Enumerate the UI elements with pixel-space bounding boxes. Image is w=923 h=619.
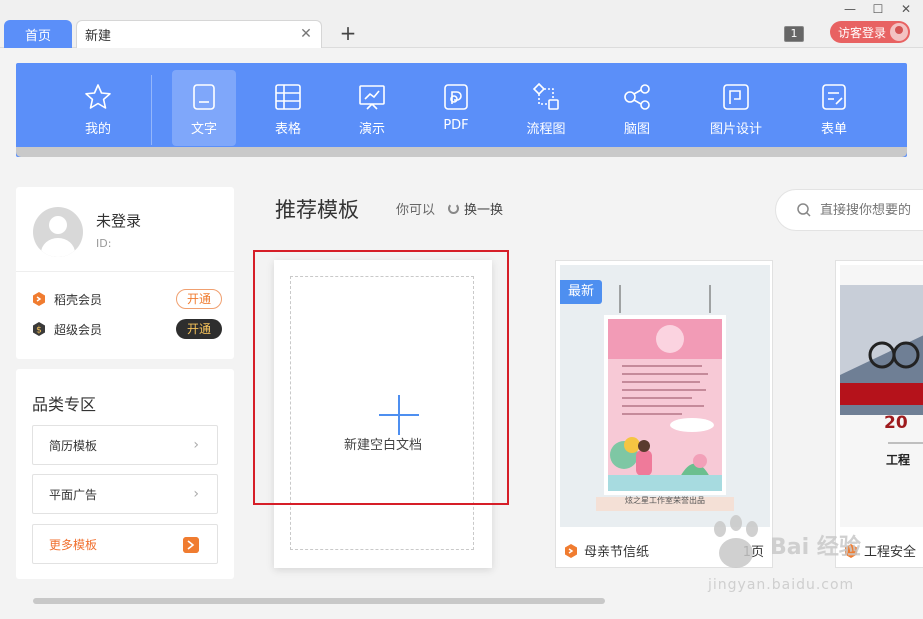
more-templates-button[interactable]: 更多模板: [32, 524, 218, 564]
toolbar-label: 表单: [820, 122, 847, 137]
category-item-flat-ad[interactable]: 平面广告 ›: [32, 474, 218, 514]
toolbar-label: 流程图: [526, 122, 566, 137]
hint-text: 你可以: [396, 203, 436, 218]
super-member-icon: $: [33, 322, 45, 336]
category-label: 平面广告: [49, 487, 98, 502]
toolbar-scrollbar[interactable]: [16, 147, 907, 157]
maximize-icon[interactable]: ☐: [870, 2, 886, 16]
user-id: ID:: [96, 237, 112, 250]
app-toolbar: 我的 文字 表格 演示 PDF 流程图 脑图 图片设计 表单: [16, 63, 907, 157]
toolbar-label: 演示: [358, 122, 385, 137]
presentation-icon: [359, 85, 385, 110]
membership-row-super: $ 超级会员 开通: [32, 318, 222, 340]
template-name: 母亲节信纸: [584, 545, 650, 560]
star-icon: [85, 84, 111, 109]
new-blank-document-card[interactable]: 新建空白文档: [274, 260, 492, 568]
toolbar-label: 图片设计: [709, 122, 762, 137]
guest-login-button[interactable]: 访客登录: [830, 21, 910, 43]
form-icon: [822, 84, 846, 110]
tab-new[interactable]: 新建 ✕: [76, 20, 322, 48]
template-caption: 母亲节信纸: [564, 541, 649, 560]
paw-logo-icon: [714, 515, 758, 568]
search-box[interactable]: [775, 189, 923, 231]
toolbar-item-form[interactable]: 表单: [802, 70, 866, 146]
user-name[interactable]: 未登录: [96, 210, 141, 231]
activate-super-button[interactable]: 开通: [176, 319, 222, 339]
close-window-icon[interactable]: ✕: [898, 2, 914, 16]
flowchart-icon: [532, 82, 559, 110]
guest-login-label: 访客登录: [838, 25, 887, 40]
watermark-text: Bai 经验: [770, 535, 861, 560]
image-design-icon: [723, 84, 749, 110]
refresh-button[interactable]: 换一换: [448, 199, 503, 218]
cover-title-text: 工程: [886, 453, 911, 467]
toolbar-item-mindmap[interactable]: 脑图: [605, 70, 669, 146]
toolbar-label: 我的: [84, 122, 111, 137]
template-thumbnail: 最新 炫之星工作室荣誉出品: [560, 265, 770, 527]
minimize-icon[interactable]: —: [842, 2, 858, 16]
mothers-day-poster-image: [560, 265, 770, 527]
toolbar-item-mine[interactable]: 我的: [66, 70, 130, 146]
refresh-icon: [448, 203, 459, 214]
toolbar-label: 文字: [190, 122, 217, 137]
category-card: 品类专区 简历模板 › 平面广告 › 更多模板: [16, 369, 234, 579]
watermark-url: jingyan.baidu.com: [708, 577, 855, 593]
refresh-label: 换一换: [464, 203, 504, 218]
new-doc-dashed-area: [290, 276, 474, 550]
search-icon: [797, 203, 811, 217]
tab-home[interactable]: 首页: [4, 20, 72, 48]
toolbar-divider: [151, 75, 152, 145]
engineering-safety-cover-image: [840, 265, 923, 527]
user-avatar-icon: [890, 23, 908, 41]
toolbar-label: 脑图: [623, 122, 650, 137]
toolbar-label: 表格: [274, 122, 301, 137]
user-card: 未登录 ID: 稻壳会员 开通 $ 超级会员 开通: [16, 187, 234, 359]
poster-footer-text: 炫之星工作室荣誉出品: [625, 496, 705, 505]
divider: [16, 271, 234, 272]
docer-member-icon: [565, 543, 577, 558]
category-title: 品类专区: [32, 395, 97, 414]
chevron-right-icon: ›: [193, 486, 199, 502]
horizontal-scrollbar[interactable]: [33, 598, 605, 604]
watermark: Bai 经验 jingyan.baidu.com: [706, 515, 906, 605]
title-bar: 首页 新建 ✕ + — ☐ ✕ 1 访客登录: [0, 0, 923, 48]
document-icon: [193, 84, 215, 110]
tab-new-label: 新建: [85, 29, 112, 44]
chevron-right-icon: ›: [193, 437, 199, 453]
toolbar-item-pdf[interactable]: PDF: [424, 70, 488, 146]
plus-icon: [379, 395, 419, 435]
membership-label: 超级会员: [54, 322, 103, 337]
membership-row-docer: 稻壳会员 开通: [32, 288, 222, 310]
more-templates-label: 更多模板: [49, 537, 98, 552]
category-item-resume[interactable]: 简历模板 ›: [32, 425, 218, 465]
page-title: 推荐模板: [275, 198, 359, 222]
toolbar-item-flowchart[interactable]: 流程图: [514, 70, 578, 146]
tab-home-label: 首页: [24, 28, 51, 44]
toolbar-item-text[interactable]: 文字: [172, 70, 236, 146]
toolbar-item-table[interactable]: 表格: [256, 70, 320, 146]
table-icon: [275, 84, 301, 110]
toolbar-label: PDF: [443, 118, 469, 133]
pdf-icon: [444, 84, 468, 110]
membership-label: 稻壳会员: [54, 292, 103, 307]
mindmap-icon: [624, 84, 650, 110]
svg-text:$: $: [36, 326, 42, 336]
activate-docer-button[interactable]: 开通: [176, 289, 222, 309]
category-label: 简历模板: [49, 438, 98, 453]
new-doc-label: 新建空白文档: [343, 438, 422, 453]
toolbar-item-presentation[interactable]: 演示: [340, 70, 404, 146]
template-thumbnail: 20 工程: [840, 265, 923, 527]
add-tab-button[interactable]: +: [338, 22, 358, 44]
search-input[interactable]: [820, 202, 923, 218]
cover-year-text: 20: [884, 413, 908, 433]
docer-logo-icon: [183, 537, 199, 553]
close-icon[interactable]: ✕: [299, 27, 313, 41]
docer-member-icon: [33, 292, 45, 306]
new-badge: 最新: [560, 280, 602, 304]
message-count-badge[interactable]: 1: [784, 26, 804, 42]
toolbar-item-image-design[interactable]: 图片设计: [700, 70, 772, 146]
avatar[interactable]: [33, 207, 83, 257]
